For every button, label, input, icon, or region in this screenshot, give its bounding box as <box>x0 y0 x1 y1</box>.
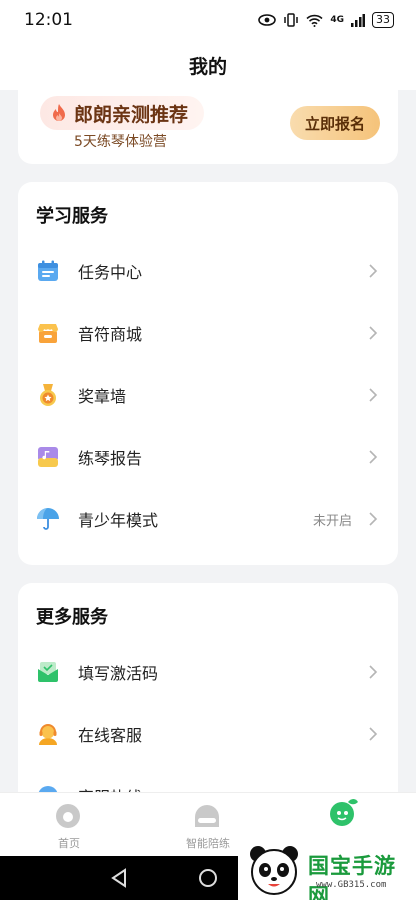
signal-icon <box>351 13 365 27</box>
row-label: 填写激活码 <box>78 664 159 683</box>
report-icon <box>38 447 58 467</box>
home-button-icon[interactable] <box>199 869 217 887</box>
network-label: 4G <box>330 15 344 25</box>
chevron-right-icon <box>369 450 378 464</box>
status-time: 12:01 <box>24 10 73 30</box>
nav-bar: 我的 <box>0 40 416 90</box>
watermark: 国宝手游网 www.GB315.com <box>238 838 416 900</box>
chevron-right-icon <box>369 388 378 402</box>
row-label: 在线客服 <box>78 726 143 745</box>
vibrate-icon <box>284 13 299 27</box>
tab-home[interactable]: 首页 <box>0 793 138 857</box>
tab-label: 首页 <box>58 837 80 850</box>
promo-subtitle: 5天练琴体验营 <box>74 134 167 150</box>
signup-button[interactable]: 立即报名 <box>290 106 380 140</box>
row-online-service[interactable]: 在线客服 <box>18 703 398 765</box>
row-teen-mode[interactable]: 青少年模式 未开启 <box>18 488 398 550</box>
customer-service-icon <box>39 724 57 745</box>
flame-icon <box>53 104 65 121</box>
row-medal-wall[interactable]: 奖章墙 <box>18 364 398 426</box>
eye-icon <box>258 14 277 26</box>
battery-indicator: 33 <box>372 12 394 28</box>
row-label: 音符商城 <box>78 325 143 344</box>
medal-icon <box>40 384 56 406</box>
back-icon[interactable] <box>110 868 128 888</box>
practice-icon <box>195 805 219 827</box>
status-bar: 12:01 4G 33 <box>0 0 416 40</box>
more-services-title: 更多服务 <box>36 607 108 628</box>
row-label: 奖章墙 <box>78 387 127 406</box>
umbrella-icon <box>37 508 59 530</box>
row-activation-code[interactable]: 填写激活码 <box>18 641 398 703</box>
chevron-right-icon <box>369 727 378 741</box>
home-icon <box>56 804 80 828</box>
chevron-right-icon <box>369 326 378 340</box>
profile-icon <box>330 799 358 826</box>
panda-logo-icon <box>250 846 298 895</box>
shop-icon <box>38 324 58 343</box>
status-icons: 4G 33 <box>258 12 394 28</box>
row-label: 任务中心 <box>78 263 143 282</box>
row-label: 练琴报告 <box>78 449 143 468</box>
page-title: 我的 <box>188 55 227 78</box>
learning-services-title: 学习服务 <box>36 206 108 227</box>
wifi-icon <box>306 14 323 27</box>
envelope-icon <box>38 662 58 682</box>
teen-mode-status: 未开启 <box>312 513 352 529</box>
row-label: 青少年模式 <box>78 511 159 530</box>
promo-tag: 郎朗亲测推荐 <box>40 96 205 130</box>
calendar-icon <box>38 260 58 281</box>
row-note-shop[interactable]: 音符商城 <box>18 302 398 364</box>
chevron-right-icon <box>369 264 378 278</box>
row-practice-report[interactable]: 练琴报告 <box>18 426 398 488</box>
watermark-text: 国宝手游网 <box>308 854 396 900</box>
promo-title: 郎朗亲测推荐 <box>74 103 189 126</box>
chevron-right-icon <box>369 512 378 526</box>
chevron-right-icon <box>369 665 378 679</box>
promo-card[interactable]: 郎朗亲测推荐 5天练琴体验营 立即报名 <box>18 88 398 164</box>
row-task-center[interactable]: 任务中心 <box>18 240 398 302</box>
watermark-url: www.GB315.com <box>316 880 387 890</box>
